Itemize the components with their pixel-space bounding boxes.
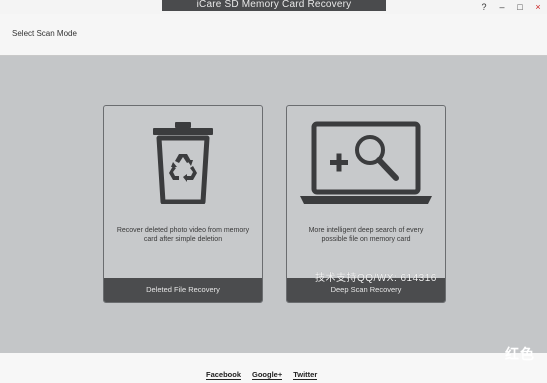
minimize-icon[interactable]: – xyxy=(495,1,509,13)
window-controls: ? – □ × xyxy=(477,0,545,14)
close-icon[interactable]: × xyxy=(531,1,545,13)
recycle-bin-icon xyxy=(104,116,262,208)
deleted-file-recovery-button[interactable]: Deleted File Recovery xyxy=(104,278,262,302)
deleted-file-recovery-card[interactable]: Recover deleted photo video from memory … xyxy=(103,105,263,303)
deep-scan-recovery-description: More intelligent deep search of every po… xyxy=(308,227,424,243)
deep-scan-magnifier-icon xyxy=(287,116,445,208)
page-title: Select Scan Mode xyxy=(12,29,77,38)
help-icon[interactable]: ? xyxy=(477,1,491,13)
title-bar: iCare SD Memory Card Recovery ? – □ × xyxy=(0,0,547,14)
social-links: Facebook Google+ Twitter xyxy=(206,370,318,380)
footer: Facebook Google+ Twitter xyxy=(0,353,547,383)
deleted-file-recovery-description: Recover deleted photo video from memory … xyxy=(116,227,250,243)
main-area: Recover deleted photo video from memory … xyxy=(0,56,547,353)
corner-watermark: 红色 xyxy=(505,346,535,362)
watermark-text: 技术支持QQ/WX: 614316 xyxy=(315,273,437,284)
google-plus-link[interactable]: Google+ xyxy=(252,370,283,380)
maximize-icon[interactable]: □ xyxy=(513,1,527,13)
twitter-link[interactable]: Twitter xyxy=(293,370,318,380)
facebook-link[interactable]: Facebook xyxy=(206,370,242,380)
header: Select Scan Mode xyxy=(0,14,547,56)
window-title: iCare SD Memory Card Recovery xyxy=(162,0,386,11)
